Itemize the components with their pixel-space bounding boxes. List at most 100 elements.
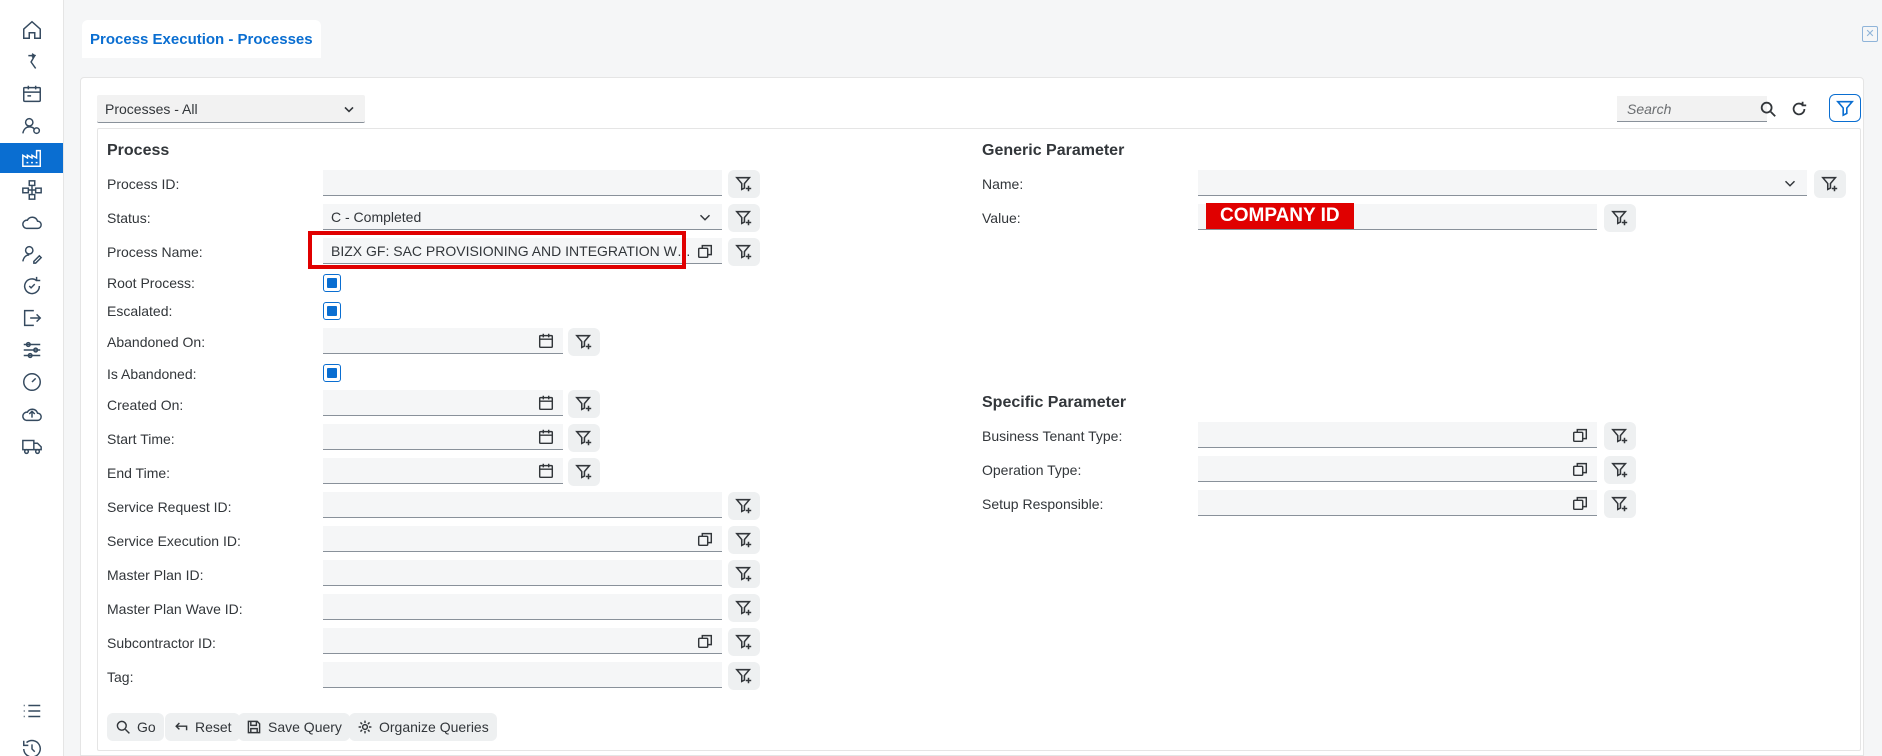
search-icon[interactable] bbox=[1754, 95, 1782, 123]
calendar-icon[interactable] bbox=[537, 332, 555, 350]
business-tenant-type-filter-button[interactable] bbox=[1604, 422, 1636, 450]
user-edit-icon[interactable] bbox=[0, 239, 63, 269]
subcontractor-id-filter-button[interactable] bbox=[728, 628, 760, 656]
gauge-icon[interactable] bbox=[0, 367, 63, 397]
search-input[interactable]: Search bbox=[1617, 96, 1767, 122]
calendar-icon[interactable] bbox=[537, 462, 555, 480]
close-app-icon[interactable]: ✕ bbox=[1862, 26, 1878, 42]
go-button[interactable]: Go bbox=[107, 713, 164, 741]
filter-add-icon bbox=[1821, 175, 1839, 193]
service-execution-id-input[interactable] bbox=[323, 526, 722, 552]
truck-icon[interactable] bbox=[0, 431, 63, 461]
generic-value-filter-button[interactable] bbox=[1604, 204, 1636, 232]
escalated-checkbox[interactable] bbox=[323, 302, 341, 320]
process-id-input[interactable] bbox=[323, 170, 722, 196]
generic-value-label: Value: bbox=[982, 210, 1021, 226]
operation-type-filter-button[interactable] bbox=[1604, 456, 1636, 484]
tag-input[interactable] bbox=[323, 662, 722, 688]
history-icon[interactable] bbox=[0, 734, 63, 756]
value-help-icon[interactable] bbox=[696, 530, 714, 548]
process-name-highlight bbox=[308, 231, 686, 269]
home-icon[interactable] bbox=[0, 15, 63, 45]
master-plan-wave-id-label: Master Plan Wave ID: bbox=[107, 601, 243, 617]
master-plan-id-label: Master Plan ID: bbox=[107, 567, 204, 583]
planning-icon[interactable] bbox=[0, 79, 63, 109]
operation-type-input[interactable] bbox=[1198, 456, 1597, 482]
status-select[interactable]: C - Completed bbox=[323, 204, 722, 230]
network-icon[interactable] bbox=[0, 175, 63, 205]
status-filter-button[interactable] bbox=[728, 204, 760, 232]
filter-add-icon bbox=[735, 175, 753, 193]
value-help-icon[interactable] bbox=[696, 632, 714, 650]
service-execution-id-filter-button[interactable] bbox=[728, 526, 760, 554]
filter-add-icon bbox=[735, 243, 753, 261]
abandoned-on-filter-button[interactable] bbox=[568, 328, 600, 356]
service-request-id-input[interactable] bbox=[323, 492, 722, 518]
filter-add-icon bbox=[575, 463, 593, 481]
subcontractor-id-input[interactable] bbox=[323, 628, 722, 654]
list-icon[interactable] bbox=[0, 696, 63, 726]
tag-label: Tag: bbox=[107, 669, 134, 685]
organize-queries-button[interactable]: Organize Queries bbox=[349, 713, 497, 741]
value-help-icon[interactable] bbox=[696, 242, 714, 260]
operation-type-label: Operation Type: bbox=[982, 462, 1082, 478]
abandoned-on-datepicker[interactable] bbox=[323, 328, 563, 354]
start-time-filter-button[interactable] bbox=[568, 424, 600, 452]
process-name-filter-button[interactable] bbox=[728, 238, 760, 266]
end-time-filter-button[interactable] bbox=[568, 458, 600, 486]
master-plan-wave-id-input[interactable] bbox=[323, 594, 722, 620]
service-request-id-filter-button[interactable] bbox=[728, 492, 760, 520]
master-plan-id-filter-button[interactable] bbox=[728, 560, 760, 588]
chevron-down-icon bbox=[1781, 174, 1799, 192]
cloud-upload-icon[interactable] bbox=[0, 399, 63, 429]
calendar-icon[interactable] bbox=[537, 394, 555, 412]
generic-name-filter-button[interactable] bbox=[1814, 170, 1846, 198]
tag-filter-button[interactable] bbox=[728, 662, 760, 690]
business-tenant-type-input[interactable] bbox=[1198, 422, 1597, 448]
factory-icon[interactable] bbox=[0, 143, 63, 173]
variant-select[interactable]: Processes - All bbox=[97, 95, 365, 123]
search-placeholder: Search bbox=[1627, 100, 1672, 117]
end-time-datepicker[interactable] bbox=[323, 458, 563, 484]
refresh-arrow-icon[interactable] bbox=[0, 47, 63, 77]
sliders-icon[interactable] bbox=[0, 335, 63, 365]
abandoned-on-label: Abandoned On: bbox=[107, 334, 206, 350]
gear-icon bbox=[358, 720, 372, 734]
is-abandoned-checkbox[interactable] bbox=[323, 364, 341, 382]
filter-add-icon bbox=[735, 633, 753, 651]
filter-add-icon bbox=[735, 531, 753, 549]
filter-add-icon bbox=[735, 599, 753, 617]
search-icon bbox=[116, 720, 130, 734]
filter-add-icon bbox=[575, 429, 593, 447]
export-icon[interactable] bbox=[0, 303, 63, 333]
created-on-datepicker[interactable] bbox=[323, 390, 563, 416]
calendar-icon[interactable] bbox=[537, 428, 555, 446]
process-name-label: Process Name: bbox=[107, 244, 203, 260]
chevron-down-icon bbox=[696, 208, 714, 226]
generic-name-select[interactable] bbox=[1198, 170, 1807, 196]
setup-responsible-label: Setup Responsible: bbox=[982, 496, 1104, 512]
reset-button[interactable]: Reset bbox=[165, 713, 240, 741]
users-settings-icon[interactable] bbox=[0, 111, 63, 141]
sync-process-icon[interactable] bbox=[0, 271, 63, 301]
tab-process-execution[interactable]: Process Execution - Processes bbox=[82, 20, 321, 58]
process-id-label: Process ID: bbox=[107, 176, 180, 192]
value-help-icon[interactable] bbox=[1571, 494, 1589, 512]
master-plan-wave-id-filter-button[interactable] bbox=[728, 594, 760, 622]
refresh-icon[interactable] bbox=[1785, 95, 1813, 123]
cloud-icon[interactable] bbox=[0, 207, 63, 237]
save-query-button[interactable]: Save Query bbox=[238, 713, 350, 741]
chevron-down-icon bbox=[341, 101, 357, 117]
created-on-filter-button[interactable] bbox=[568, 390, 600, 418]
filter-add-icon bbox=[735, 209, 753, 227]
value-help-icon[interactable] bbox=[1571, 426, 1589, 444]
start-time-datepicker[interactable] bbox=[323, 424, 563, 450]
master-plan-id-input[interactable] bbox=[323, 560, 722, 586]
value-help-icon[interactable] bbox=[1571, 460, 1589, 478]
process-id-filter-button[interactable] bbox=[728, 170, 760, 198]
setup-responsible-filter-button[interactable] bbox=[1604, 490, 1636, 518]
filter-toggle-button[interactable] bbox=[1829, 94, 1861, 122]
service-execution-id-label: Service Execution ID: bbox=[107, 533, 241, 549]
root-process-checkbox[interactable] bbox=[323, 274, 341, 292]
setup-responsible-input[interactable] bbox=[1198, 490, 1597, 516]
